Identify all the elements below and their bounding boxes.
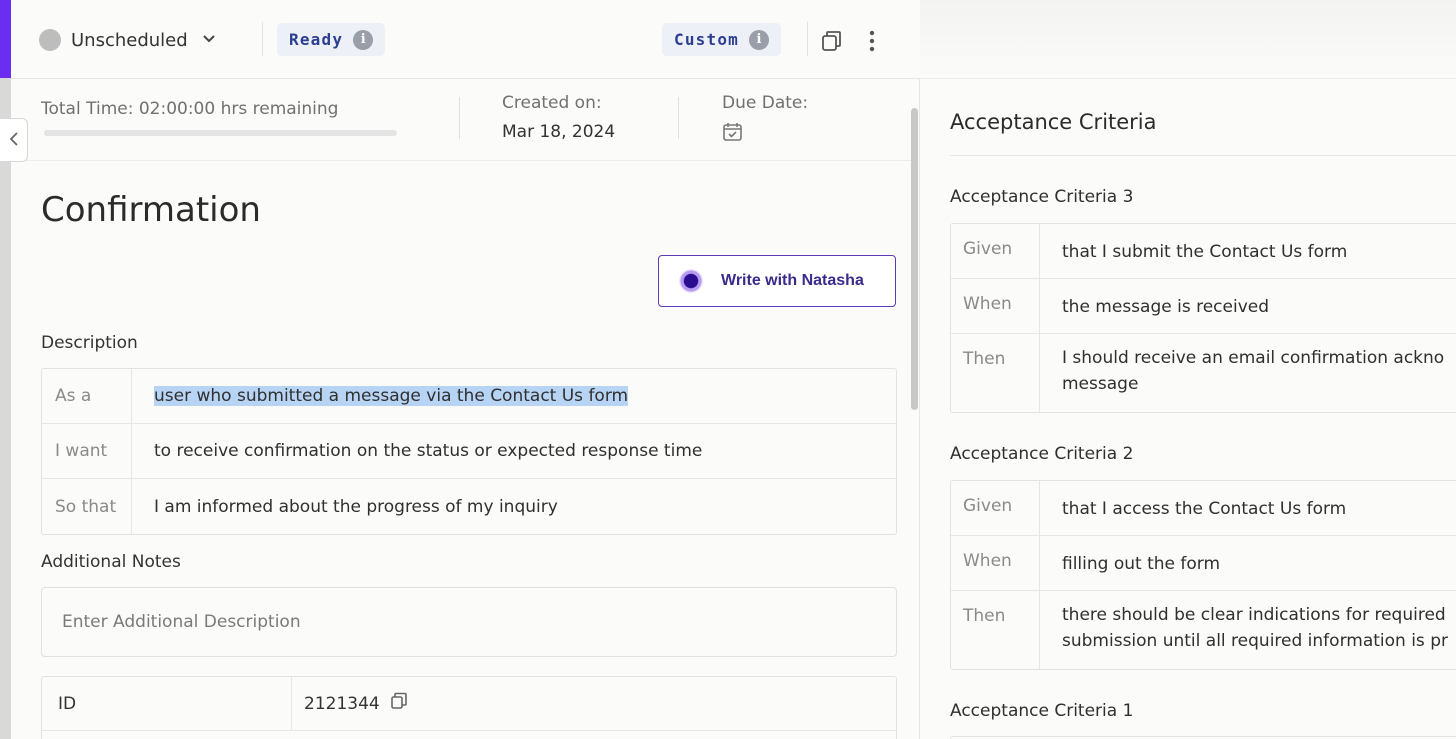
criteria-title: Acceptance Criteria 3 — [950, 187, 1134, 207]
description-row: I want to receive confirmation on the st… — [42, 424, 896, 479]
status-dot-icon — [39, 29, 61, 51]
heading-divider — [950, 155, 1456, 156]
description-key: So that — [42, 479, 132, 534]
criteria-value[interactable]: filling out the form — [1040, 536, 1456, 590]
additional-notes-label: Additional Notes — [41, 552, 181, 572]
meta-divider — [678, 97, 679, 139]
accent-bar — [0, 0, 11, 78]
story-meta: Total Time: 02:00:00 hrs remaining Creat… — [11, 79, 920, 161]
description-key: As a — [42, 369, 132, 423]
created-date: Mar 18, 2024 — [502, 122, 616, 142]
total-time: Total Time: 02:00:00 hrs remaining — [41, 99, 339, 119]
criteria-key: Then — [951, 591, 1040, 669]
criteria-row: When filling out the form — [951, 536, 1456, 591]
criteria-key: When — [951, 279, 1040, 333]
custom-label: Custom — [674, 30, 739, 49]
status-dropdown[interactable]: Unscheduled — [39, 26, 216, 54]
criteria-row: Then there should be clear indications f… — [951, 591, 1456, 669]
description-table: As a user who submitted a message via th… — [41, 368, 897, 535]
story-header: Unscheduled Ready i Custom i — [11, 0, 920, 79]
write-with-natasha-button[interactable]: Write with Natasha — [658, 255, 896, 307]
acceptance-criteria-panel: Acceptance Criteria Acceptance Criteria … — [920, 0, 1456, 739]
description-row: So that I am informed about the progress… — [42, 479, 896, 534]
more-options-icon[interactable] — [859, 27, 885, 55]
description-value[interactable]: I am informed about the progress of my i… — [132, 479, 896, 534]
acceptance-criteria-heading: Acceptance Criteria — [950, 110, 1157, 134]
duplicate-icon[interactable] — [819, 27, 845, 55]
time-progress-bar — [44, 130, 397, 136]
description-value[interactable]: user who submitted a message via the Con… — [132, 369, 896, 423]
criteria-key: Given — [951, 481, 1040, 535]
criteria-key: When — [951, 536, 1040, 590]
criteria-row: Given that I submit the Contact Us form — [951, 224, 1456, 279]
criteria-value[interactable]: there should be clear indications for re… — [1040, 591, 1456, 669]
story-title[interactable]: Confirmation — [41, 190, 261, 230]
criteria-value[interactable]: the message is received — [1040, 279, 1456, 333]
criteria-key: Then — [951, 334, 1040, 412]
additional-notes-input[interactable] — [41, 587, 897, 657]
criteria-value-line: I should receive an email confirmation a… — [1062, 348, 1445, 368]
details-row: ID 2121344 — [42, 677, 896, 731]
custom-badge[interactable]: Custom i — [662, 23, 781, 56]
copy-icon[interactable] — [390, 692, 408, 715]
criteria-value-line: submission until all required informatio… — [1062, 631, 1448, 651]
collapse-sidebar-button[interactable] — [0, 118, 28, 162]
due-date-label: Due Date: — [722, 93, 809, 113]
criteria-value-line: there should be clear indications for re… — [1062, 605, 1446, 625]
criteria-row: When the message is received — [951, 279, 1456, 334]
description-label: Description — [41, 333, 138, 353]
status-label: Unscheduled — [71, 29, 188, 51]
story-panel: Unscheduled Ready i Custom i Total Time:… — [11, 0, 920, 739]
ready-label: Ready — [289, 30, 344, 49]
description-row: As a user who submitted a message via th… — [42, 369, 896, 424]
criteria-title: Acceptance Criteria 1 — [950, 701, 1134, 721]
chevron-left-icon — [9, 131, 19, 150]
info-icon[interactable]: i — [353, 29, 374, 50]
details-table: ID 2121344 — [41, 676, 897, 739]
right-panel-top — [920, 0, 1456, 79]
header-divider — [262, 22, 263, 56]
criteria-row: Given that I access the Contact Us form — [951, 481, 1456, 536]
criteria-row: Then I should receive an email confirmat… — [951, 334, 1456, 412]
criteria-table: Given that I access the Contact Us form … — [950, 480, 1456, 670]
criteria-title: Acceptance Criteria 2 — [950, 444, 1134, 464]
criteria-value[interactable]: that I submit the Contact Us form — [1040, 224, 1456, 278]
id-cell: 2121344 — [292, 677, 896, 730]
scrollbar[interactable] — [911, 108, 918, 410]
selected-text: user who submitted a message via the Con… — [154, 386, 629, 406]
id-value: 2121344 — [304, 693, 380, 714]
description-key: I want — [42, 424, 132, 478]
criteria-value[interactable]: I should receive an email confirmation a… — [1040, 334, 1456, 412]
criteria-value-line: message — [1062, 374, 1139, 394]
meta-divider — [459, 97, 460, 139]
natasha-orb-icon — [679, 269, 703, 293]
description-value[interactable]: to receive confirmation on the status or… — [132, 424, 896, 478]
calendar-icon[interactable] — [722, 121, 743, 146]
info-icon[interactable]: i — [749, 29, 769, 50]
criteria-value[interactable]: that I access the Contact Us form — [1040, 481, 1456, 535]
natasha-button-label: Write with Natasha — [721, 272, 864, 289]
header-divider — [807, 22, 808, 56]
left-edge — [0, 0, 11, 739]
chevron-down-icon — [202, 32, 216, 48]
created-label: Created on: — [502, 93, 602, 113]
criteria-key: Given — [951, 224, 1040, 278]
criteria-table: Given that I submit the Contact Us form … — [950, 223, 1456, 413]
id-label: ID — [42, 677, 292, 730]
ready-badge[interactable]: Ready i — [277, 23, 386, 56]
